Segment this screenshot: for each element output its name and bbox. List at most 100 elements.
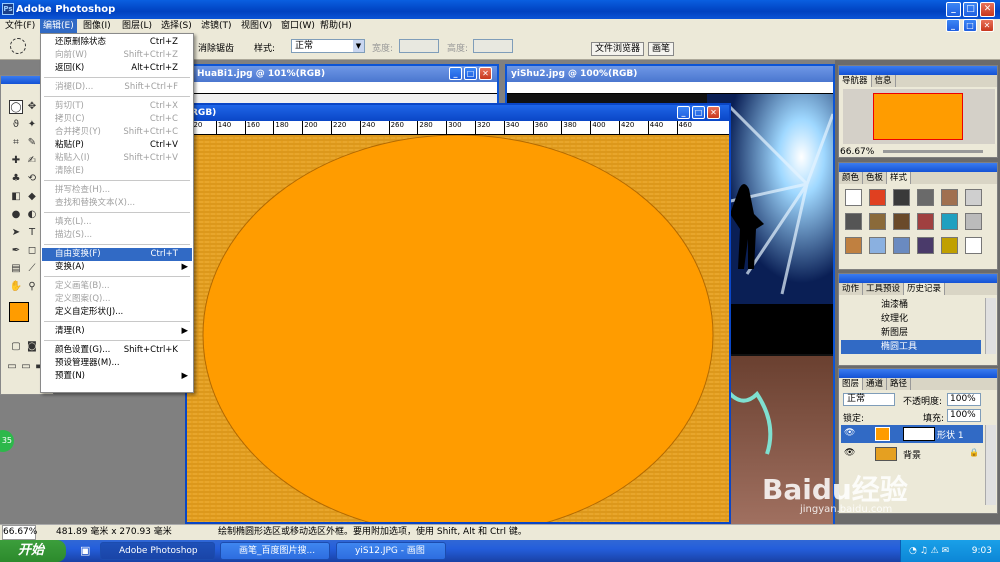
task-photoshop[interactable]: Adobe Photoshop — [100, 542, 215, 560]
edit-menu-item[interactable]: 自由变换(F) Ctrl+T — [42, 248, 192, 261]
menu-edit[interactable]: 编辑(E) — [40, 19, 77, 33]
style-swatch[interactable] — [893, 237, 910, 254]
history-item[interactable]: 纹理化 — [841, 312, 981, 326]
stamp-tool-icon[interactable]: ♣ — [9, 172, 23, 186]
lasso-tool-icon[interactable]: ϑ — [9, 118, 23, 132]
menu-view[interactable]: 视图(V) — [238, 19, 275, 33]
bucket-tool-icon[interactable]: ◆ — [25, 190, 39, 204]
fill-field[interactable]: 100% — [947, 409, 981, 422]
edit-menu-item[interactable]: 还原删除状态 Ctrl+Z — [42, 36, 192, 49]
doc-window-active[interactable]: RGB) _ □ ✕ 120 140 160 180 200 220 240 260 280 30… — [185, 103, 731, 524]
menu-filter[interactable]: 滤镜(T) — [198, 19, 235, 33]
marquee-tool-icon[interactable]: ◯ — [9, 100, 23, 114]
standard-mode-icon[interactable]: ▢ — [9, 340, 23, 354]
tab-color[interactable]: 颜色 — [839, 172, 864, 184]
menu-file[interactable]: 文件(F) — [2, 19, 38, 33]
tab-history[interactable]: 历史记录 — [904, 283, 946, 295]
tab-swatches[interactable]: 色板 — [863, 172, 888, 184]
tab-layers[interactable]: 图层 — [839, 378, 864, 390]
tab-navigator[interactable]: 导航器 — [839, 75, 872, 87]
history-scrollbar[interactable] — [985, 298, 996, 354]
doc-close-button[interactable]: ✕ — [980, 19, 994, 32]
move-tool-icon[interactable]: ✥ — [25, 100, 39, 114]
tab-channels[interactable]: 通道 — [863, 378, 888, 390]
style-swatch[interactable] — [941, 213, 958, 230]
type-tool-icon[interactable]: T — [25, 226, 39, 240]
brush-tool-icon[interactable]: ✍ — [25, 154, 39, 168]
edit-menu-item[interactable]: 预置(N) ▶ — [42, 370, 192, 383]
task-paint[interactable]: yiS12.JPG - 画图 — [336, 542, 446, 560]
edit-menu-item[interactable]: 清理(R) ▶ — [42, 325, 192, 338]
history-item[interactable]: 新图层 — [841, 326, 981, 340]
style-swatch[interactable] — [869, 237, 886, 254]
doc3-canvas[interactable] — [187, 135, 729, 522]
navigator-preview[interactable] — [843, 89, 995, 144]
doc1-close[interactable]: ✕ — [479, 67, 492, 80]
pen-tool-icon[interactable]: ✒ — [9, 244, 23, 258]
history-item[interactable]: 油漆桶 — [841, 298, 981, 312]
quickmask-mode-icon[interactable]: ◙ — [25, 340, 39, 354]
screen-mode-2-icon[interactable]: ▭ — [19, 360, 33, 374]
layers-scrollbar[interactable] — [985, 425, 996, 505]
screen-mode-1-icon[interactable]: ▭ — [5, 360, 19, 374]
doc3-close[interactable]: ✕ — [707, 106, 720, 119]
brushes-tab[interactable]: 画笔 — [648, 42, 675, 56]
navigator-view-box[interactable] — [873, 93, 963, 140]
style-swatch[interactable] — [917, 213, 934, 230]
eraser-tool-icon[interactable]: ◧ — [9, 190, 23, 204]
eye-icon[interactable]: 👁 — [844, 448, 855, 458]
ellipse-marquee-icon[interactable] — [10, 38, 26, 54]
blur-tool-icon[interactable]: ● — [9, 208, 23, 222]
style-swatch[interactable] — [917, 189, 934, 206]
tab-actions[interactable]: 动作 — [839, 283, 864, 295]
chevron-down-icon[interactable]: ▼ — [353, 40, 364, 52]
menu-window[interactable]: 窗口(W) — [278, 19, 318, 33]
menu-layer[interactable]: 图层(L) — [119, 19, 155, 33]
edit-menu-item[interactable]: 返回(K) Alt+Ctrl+Z — [42, 62, 192, 75]
opacity-field[interactable]: 100% — [947, 393, 981, 406]
style-swatch[interactable] — [893, 189, 910, 206]
edit-menu-item[interactable]: 粘贴(P) Ctrl+V — [42, 139, 192, 152]
doc-maximize-button[interactable]: □ — [963, 19, 977, 32]
hand-tool-icon[interactable]: ✋ — [9, 280, 23, 294]
style-swatch[interactable] — [941, 189, 958, 206]
style-swatch[interactable] — [965, 213, 982, 230]
style-swatch[interactable] — [941, 237, 958, 254]
history-item-active[interactable]: 椭圆工具 — [841, 340, 981, 354]
minimize-button[interactable]: _ — [946, 2, 961, 17]
slice-tool-icon[interactable]: ✎ — [25, 136, 39, 150]
file-browser-tab[interactable]: 文件浏览器 — [591, 42, 645, 56]
tray-icons[interactable]: ◔ ♫ ⚠ ✉ — [909, 540, 949, 562]
show-desktop-icon[interactable]: ▣ — [80, 544, 90, 557]
style-swatch[interactable] — [893, 213, 910, 230]
style-swatch[interactable] — [917, 237, 934, 254]
doc1-minimize[interactable]: _ — [449, 67, 462, 80]
tab-styles[interactable]: 样式 — [887, 172, 912, 184]
path-select-icon[interactable]: ➤ — [9, 226, 23, 240]
navigator-zoom-slider[interactable] — [883, 150, 983, 153]
style-swatch[interactable] — [965, 237, 982, 254]
maximize-button[interactable]: □ — [963, 2, 978, 17]
tab-paths[interactable]: 路径 — [887, 378, 912, 390]
style-swatch[interactable] — [845, 189, 862, 206]
menu-select[interactable]: 选择(S) — [158, 19, 195, 33]
style-swatch[interactable] — [965, 189, 982, 206]
menu-image[interactable]: 图像(I) — [80, 19, 114, 33]
style-swatch[interactable] — [845, 213, 862, 230]
task-browser[interactable]: 画笔_百度图片搜... — [220, 542, 330, 560]
status-zoom[interactable]: 66.67% — [2, 525, 37, 540]
doc3-maximize[interactable]: □ — [692, 106, 705, 119]
width-field[interactable] — [399, 39, 439, 53]
notes-tool-icon[interactable]: ▤ — [9, 262, 23, 276]
eye-icon[interactable]: 👁 — [844, 428, 855, 438]
height-field[interactable] — [473, 39, 513, 53]
layer-row-background[interactable]: 👁 背景 🔒 — [841, 445, 983, 463]
style-swatch[interactable] — [869, 213, 886, 230]
tab-tool-presets[interactable]: 工具预设 — [863, 283, 905, 295]
healing-tool-icon[interactable]: ✚ — [9, 154, 23, 168]
eyedropper-icon[interactable]: ⟋ — [25, 262, 39, 276]
tab-info[interactable]: 信息 — [872, 75, 896, 87]
doc1-maximize[interactable]: □ — [464, 67, 477, 80]
style-swatch[interactable] — [869, 189, 886, 206]
doc3-minimize[interactable]: _ — [677, 106, 690, 119]
